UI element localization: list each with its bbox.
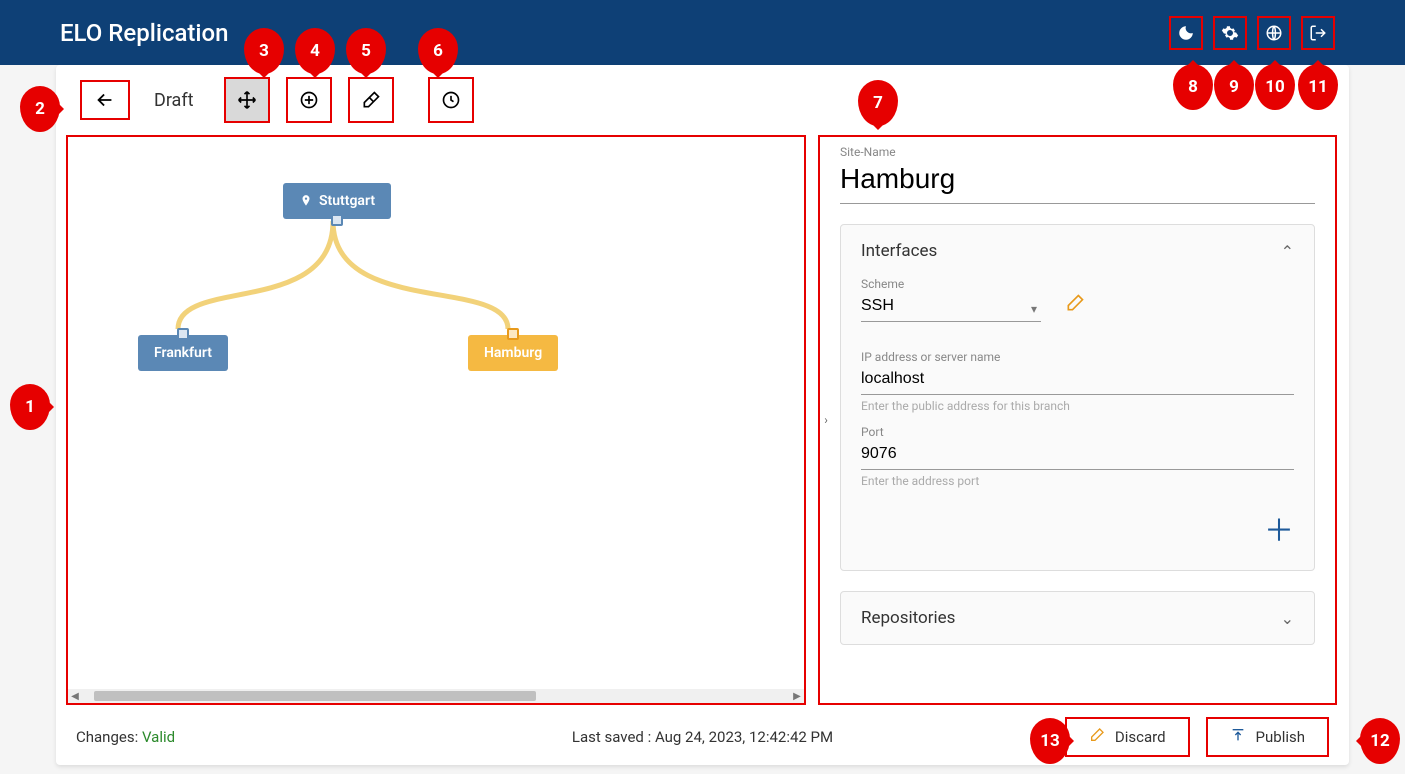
node-left[interactable]: Frankfurt <box>138 335 228 371</box>
node-output-handle[interactable] <box>331 214 343 226</box>
port-label: Port <box>861 425 1294 439</box>
eraser-icon <box>1089 727 1105 747</box>
upload-icon <box>1230 727 1246 747</box>
node-right-label: Hamburg <box>484 345 542 361</box>
language-button[interactable] <box>1257 16 1291 50</box>
last-saved-text: Last saved : Aug 24, 2023, 12:42:42 PM <box>572 728 833 746</box>
callout-12: 12 <box>1360 718 1400 764</box>
publish-button[interactable]: Publish <box>1206 717 1329 757</box>
interfaces-body: Scheme ▾ IP address or server name Enter… <box>841 277 1314 570</box>
scrollbar-thumb[interactable] <box>94 691 536 701</box>
eraser-icon <box>1065 293 1085 313</box>
logout-button[interactable] <box>1301 16 1335 50</box>
changes-status-value: Valid <box>142 728 175 746</box>
canvas-edges <box>68 137 804 689</box>
interfaces-accordion: Interfaces ⌃ Scheme ▾ <box>840 224 1315 571</box>
repositories-accordion-header[interactable]: Repositories ⌄ <box>841 592 1314 644</box>
dark-mode-button[interactable] <box>1169 16 1203 50</box>
node-left-label: Frankfurt <box>154 345 212 361</box>
footer-bar: Changes: Valid Last saved : Aug 24, 2023… <box>56 709 1349 765</box>
callout-1: 1 <box>10 384 50 430</box>
main-content: Draft Stuttgart <box>56 65 1349 765</box>
clock-icon <box>441 90 461 110</box>
app-title: ELO Replication <box>60 19 229 47</box>
changes-label: Changes: <box>76 728 138 746</box>
canvas-area[interactable]: Stuttgart Frankfurt Hamburg ◀ ▶ <box>66 135 806 705</box>
publish-label: Publish <box>1256 728 1305 746</box>
site-name-label: Site-Name <box>840 145 1315 159</box>
port-input[interactable] <box>861 441 1294 470</box>
ip-label: IP address or server name <box>861 350 1294 364</box>
node-right-selected[interactable]: Hamburg <box>468 335 558 371</box>
interfaces-accordion-header[interactable]: Interfaces ⌃ <box>841 225 1314 277</box>
move-tool-button[interactable] <box>224 77 270 123</box>
arrow-left-icon <box>94 89 116 111</box>
node-input-handle[interactable] <box>507 328 519 340</box>
header-actions <box>1169 16 1335 50</box>
port-hint: Enter the address port <box>861 474 1294 488</box>
add-interface-button[interactable]: ＋ <box>1264 506 1294 550</box>
ip-input[interactable] <box>861 366 1294 395</box>
workspace: Stuttgart Frankfurt Hamburg ◀ ▶ <box>56 135 1349 705</box>
site-name-input[interactable] <box>840 159 1315 204</box>
chevron-down-icon: ▾ <box>1031 302 1037 316</box>
canvas-horizontal-scrollbar[interactable]: ◀ ▶ <box>68 689 804 703</box>
plus-icon: ＋ <box>1264 514 1294 549</box>
globe-icon <box>1265 24 1283 42</box>
app-header: ELO Replication <box>0 0 1405 65</box>
back-button[interactable] <box>80 80 130 120</box>
eraser-tool-button[interactable] <box>348 77 394 123</box>
eraser-icon <box>361 90 381 110</box>
draft-status: Draft <box>154 90 194 111</box>
changes-status: Changes: Valid <box>76 728 175 746</box>
chevron-right-icon: › <box>824 413 828 427</box>
ip-hint: Enter the public address for this branch <box>861 399 1294 413</box>
node-root-label: Stuttgart <box>319 193 375 209</box>
scroll-left-icon[interactable]: ◀ <box>68 691 82 702</box>
gear-icon <box>1221 24 1239 42</box>
repositories-title: Repositories <box>861 608 955 628</box>
interfaces-title: Interfaces <box>861 241 937 261</box>
settings-button[interactable] <box>1213 16 1247 50</box>
chevron-up-icon: ⌃ <box>1281 242 1294 261</box>
discard-button[interactable]: Discard <box>1065 717 1190 757</box>
node-input-handle[interactable] <box>177 328 189 340</box>
plus-circle-icon <box>299 90 319 110</box>
callout-2: 2 <box>20 86 60 132</box>
editor-toolbar: Draft <box>56 65 1349 135</box>
detail-panel: › Site-Name Interfaces ⌃ Scheme ▾ <box>818 135 1337 705</box>
scroll-right-icon[interactable]: ▶ <box>790 691 804 702</box>
repositories-accordion: Repositories ⌄ <box>840 591 1315 645</box>
chevron-down-icon: ⌄ <box>1281 609 1294 628</box>
logout-icon <box>1309 24 1327 42</box>
history-button[interactable] <box>428 77 474 123</box>
scheme-select[interactable] <box>861 293 1041 322</box>
moon-icon <box>1177 24 1195 42</box>
move-icon <box>237 90 257 110</box>
scheme-label: Scheme <box>861 277 1041 291</box>
interface-delete-button[interactable] <box>1065 293 1085 318</box>
pin-icon <box>299 194 313 208</box>
panel-collapse-handle[interactable]: › <box>818 405 834 435</box>
node-root[interactable]: Stuttgart <box>283 183 391 219</box>
discard-label: Discard <box>1115 728 1166 746</box>
add-node-button[interactable] <box>286 77 332 123</box>
